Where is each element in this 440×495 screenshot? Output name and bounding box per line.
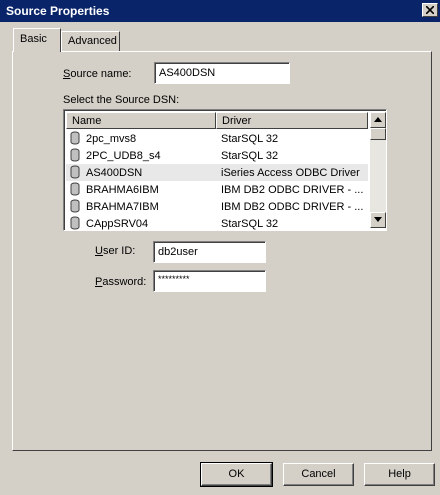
cancel-button[interactable]: Cancel xyxy=(283,463,354,486)
column-header-name[interactable]: Name xyxy=(66,112,216,129)
user-id-value: db2user xyxy=(158,246,198,258)
password-label: Password: xyxy=(95,276,147,288)
row-driver: StarSQL 32 xyxy=(221,218,279,230)
tab-advanced[interactable]: Advanced xyxy=(61,31,120,51)
row-name: 2PC_UDB8_s4 xyxy=(86,150,161,162)
database-icon xyxy=(70,131,80,145)
row-driver: StarSQL 32 xyxy=(221,150,279,162)
scroll-up-button[interactable] xyxy=(370,112,386,128)
row-driver: IBM DB2 ODBC DRIVER - ... xyxy=(221,201,364,213)
row-driver: StarSQL 32 xyxy=(221,133,279,145)
table-row[interactable]: BRAHMA7IBM IBM DB2 ODBC DRIVER - ... xyxy=(66,198,368,215)
row-name: BRAHMA7IBM xyxy=(86,201,159,213)
close-button[interactable] xyxy=(422,3,438,17)
table-row[interactable]: 2pc_mvs8 StarSQL 32 xyxy=(66,130,368,147)
password-field[interactable]: ********* xyxy=(153,270,266,292)
help-button[interactable]: Help xyxy=(364,463,435,486)
window-title: Source Properties xyxy=(6,4,110,18)
row-name: BRAHMA6IBM xyxy=(86,184,159,196)
ok-button[interactable]: OK xyxy=(200,462,273,487)
arrow-down-icon xyxy=(374,217,382,222)
row-name: 2pc_mvs8 xyxy=(86,133,137,145)
row-name: CAppSRV04 xyxy=(86,218,149,230)
database-icon xyxy=(70,216,80,230)
database-icon xyxy=(70,165,80,179)
row-driver: iSeries Access ODBC Driver xyxy=(221,167,360,179)
source-name-value: AS400DSN xyxy=(159,67,216,79)
user-id-label: User ID: xyxy=(95,245,136,257)
tab-basic[interactable]: Basic xyxy=(13,28,61,52)
database-icon xyxy=(70,148,80,162)
user-id-field[interactable]: db2user xyxy=(153,241,266,263)
source-name-label: Source name: xyxy=(63,68,132,80)
arrow-up-icon xyxy=(374,117,382,122)
scroll-thumb[interactable] xyxy=(370,128,386,140)
password-value: ********* xyxy=(158,274,190,284)
close-icon xyxy=(426,6,434,14)
dsn-list[interactable]: Name Driver 2pc_mvs8 StarSQL 32 2PC_UDB8… xyxy=(63,109,387,231)
row-driver: IBM DB2 ODBC DRIVER - ... xyxy=(221,184,364,196)
title-bar: Source Properties xyxy=(0,0,440,22)
scroll-down-button[interactable] xyxy=(370,212,386,228)
row-name: AS400DSN xyxy=(86,167,143,179)
database-icon xyxy=(70,182,80,196)
database-icon xyxy=(70,199,80,213)
table-row[interactable]: BRAHMA6IBM IBM DB2 ODBC DRIVER - ... xyxy=(66,181,368,198)
vertical-scrollbar[interactable] xyxy=(370,112,386,228)
source-name-field[interactable]: AS400DSN xyxy=(154,62,290,84)
table-row-selected[interactable]: AS400DSN iSeries Access ODBC Driver xyxy=(66,164,368,181)
column-header-driver[interactable]: Driver xyxy=(216,112,368,129)
dsn-list-label: Select the Source DSN: xyxy=(63,94,180,106)
table-row[interactable]: CAppSRV04 StarSQL 32 xyxy=(66,215,368,230)
table-row[interactable]: 2PC_UDB8_s4 StarSQL 32 xyxy=(66,147,368,164)
dsn-rows: 2pc_mvs8 StarSQL 32 2PC_UDB8_s4 StarSQL … xyxy=(66,130,368,230)
